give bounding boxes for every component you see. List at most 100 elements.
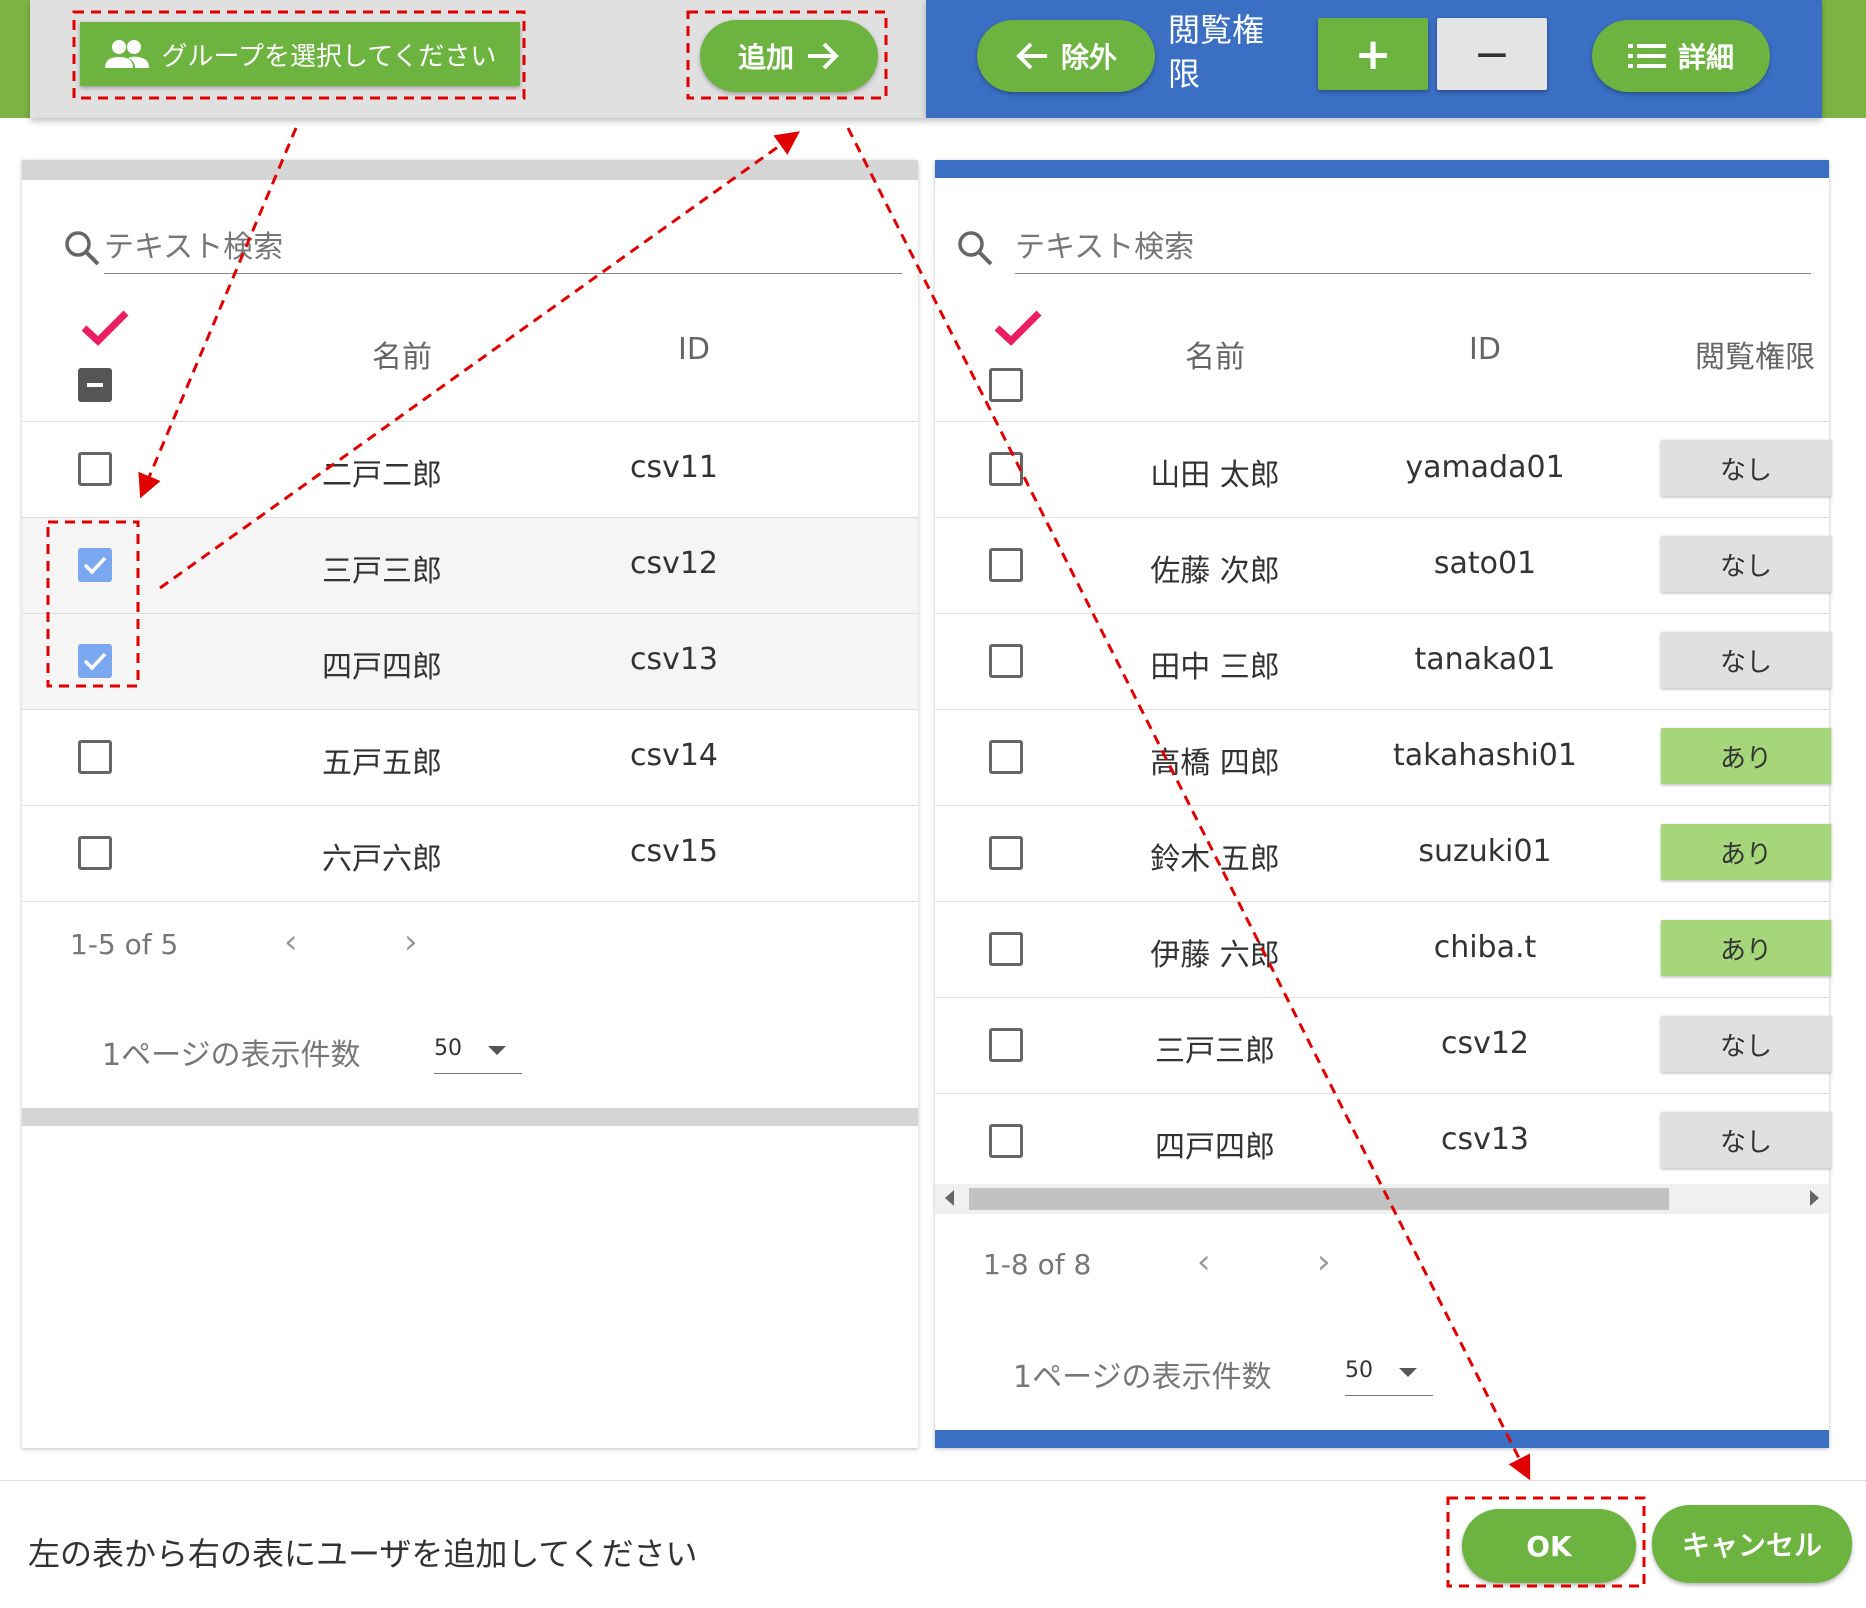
table-row[interactable]: 伊藤 六郎 chiba.t あり [935, 902, 1831, 998]
row-checkbox[interactable] [989, 1028, 1023, 1062]
table-row[interactable]: 六戸六郎 csv15 [22, 806, 918, 902]
row-checkbox[interactable] [989, 644, 1023, 678]
scrollbar-thumb[interactable] [969, 1188, 1669, 1210]
permission-badge[interactable]: なし [1661, 1112, 1831, 1168]
add-button[interactable]: 追加 [700, 20, 878, 92]
check-mark-icon [81, 310, 129, 346]
row-id: csv13 [1440, 1122, 1530, 1157]
left-pagination-range: 1-5 of 5 [70, 928, 179, 961]
table-row[interactable]: 田中 三郎 tanaka01 なし [935, 614, 1831, 710]
ok-button[interactable]: OK [1462, 1509, 1636, 1583]
table-row[interactable]: 四戸四郎 csv13 なし [935, 1094, 1831, 1190]
search-icon [958, 231, 993, 266]
add-label: 追加 [737, 41, 794, 74]
row-id: sato01 [1433, 546, 1537, 581]
right-per-page-label: 1ページの表示件数 [1013, 1360, 1272, 1395]
scroll-left-icon[interactable] [945, 1190, 954, 1206]
left-next-page-icon[interactable]: › [404, 922, 418, 962]
row-id: csv12 [1440, 1026, 1530, 1061]
dialog-footer: 左の表から右の表にユーザを追加してください OK キャンセル [0, 1480, 1866, 1608]
caret-down-icon [1399, 1368, 1417, 1377]
table-row[interactable]: 鈴木 五郎 suzuki01 あり [935, 806, 1831, 902]
grant-permission-button[interactable]: + [1318, 18, 1428, 90]
row-checkbox[interactable] [78, 836, 112, 870]
horizontal-scrollbar[interactable] [935, 1184, 1829, 1214]
table-row[interactable]: 二戸二郎 csv11 [22, 422, 918, 518]
row-id: csv11 [629, 450, 719, 485]
table-row[interactable]: 佐藤 次郎 sato01 なし [935, 518, 1831, 614]
available-users-panel: 名前 ID 二戸二郎 csv11 三戸三郎 csv12 四戸四郎 csv13 五戸五郎 csv… [22, 160, 918, 1448]
row-checkbox[interactable] [989, 932, 1023, 966]
left-prev-page-icon[interactable]: ‹ [284, 922, 298, 962]
right-per-page-select[interactable]: 50 [1345, 1350, 1433, 1396]
row-checkbox[interactable] [989, 740, 1023, 774]
permission-badge[interactable]: なし [1661, 536, 1831, 592]
left-search-input[interactable] [104, 222, 902, 274]
right-col-name: 名前 [1185, 340, 1245, 375]
arrow-right-icon [808, 42, 839, 70]
scroll-right-icon[interactable] [1810, 1190, 1819, 1206]
header-bar: グループを選択してください 追加 除外 閲覧権限 + − 詳細 [0, 0, 1866, 118]
row-name: 佐藤 次郎 [1150, 554, 1280, 589]
left-per-page-value: 50 [434, 1036, 462, 1061]
row-name: 伊藤 六郎 [1150, 938, 1280, 973]
right-per-page-value: 50 [1345, 1358, 1373, 1383]
arrow-left-icon [1016, 42, 1047, 70]
row-checkbox[interactable] [989, 452, 1023, 486]
search-icon [65, 231, 100, 266]
left-panel-bottombar [22, 1108, 918, 1126]
row-id: tanaka01 [1414, 642, 1556, 677]
row-id: csv15 [629, 834, 719, 869]
right-search-input[interactable] [1015, 222, 1811, 274]
row-name: 四戸四郎 [1155, 1130, 1275, 1165]
table-row[interactable]: 四戸四郎 csv13 [22, 614, 918, 710]
right-next-page-icon[interactable]: › [1317, 1242, 1331, 1282]
left-select-all-checkbox[interactable] [78, 368, 112, 402]
permission-badge[interactable]: なし [1661, 632, 1831, 688]
row-id: csv14 [629, 738, 719, 773]
row-checkbox[interactable] [78, 644, 112, 678]
caret-down-icon [488, 1046, 506, 1055]
ok-label: OK [1526, 1529, 1572, 1563]
permission-badge[interactable]: なし [1661, 1016, 1831, 1072]
detail-button[interactable]: 詳細 [1592, 20, 1770, 92]
selected-users-panel: 名前 ID 閲覧権限 山田 太郎yamada01なし佐藤 次郎sato01なし田… [935, 160, 1831, 1448]
row-checkbox[interactable] [989, 836, 1023, 870]
left-per-page-select[interactable]: 50 [434, 1028, 522, 1074]
left-col-name: 名前 [372, 340, 432, 375]
table-row[interactable]: 三戸三郎 csv12 [22, 518, 918, 614]
table-row[interactable]: 三戸三郎 csv12 なし [935, 998, 1831, 1094]
table-row[interactable]: 五戸五郎 csv14 [22, 710, 918, 806]
table-row[interactable]: 高橋 四郎 takahashi01 あり [935, 710, 1831, 806]
right-pagination-range: 1-8 of 8 [983, 1248, 1092, 1281]
cancel-button[interactable]: キャンセル [1652, 1505, 1852, 1583]
right-prev-page-icon[interactable]: ‹ [1197, 1242, 1211, 1282]
remove-button[interactable]: 除外 [977, 20, 1155, 92]
table-row[interactable]: 山田 太郎 yamada01 なし [935, 422, 1831, 518]
row-id: suzuki01 [1418, 834, 1552, 869]
group-select-button[interactable]: グループを選択してください [80, 22, 520, 86]
permission-badge[interactable]: あり [1661, 824, 1831, 880]
revoke-permission-button[interactable]: − [1437, 18, 1547, 90]
remove-label: 除外 [1060, 41, 1117, 74]
group-icon [104, 40, 149, 68]
right-search [955, 222, 1811, 278]
row-id: csv13 [629, 642, 719, 677]
row-checkbox[interactable] [78, 740, 112, 774]
minus-icon: − [1473, 28, 1511, 80]
plus-icon: + [1354, 28, 1392, 80]
right-select-all-checkbox[interactable] [989, 368, 1023, 402]
permission-badge[interactable]: あり [1661, 920, 1831, 976]
permission-badge[interactable]: なし [1661, 440, 1831, 496]
row-id: csv12 [629, 546, 719, 581]
row-checkbox[interactable] [989, 1124, 1023, 1158]
row-checkbox[interactable] [989, 548, 1023, 582]
permission-badge[interactable]: あり [1661, 728, 1831, 784]
row-checkbox[interactable] [78, 548, 112, 582]
row-name: 三戸三郎 [1155, 1034, 1275, 1069]
row-checkbox[interactable] [78, 452, 112, 486]
row-name: 山田 太郎 [1150, 458, 1280, 493]
left-col-id: ID [678, 332, 710, 367]
row-name: 田中 三郎 [1150, 650, 1280, 685]
group-select-label: グループを選択してください [161, 41, 497, 72]
